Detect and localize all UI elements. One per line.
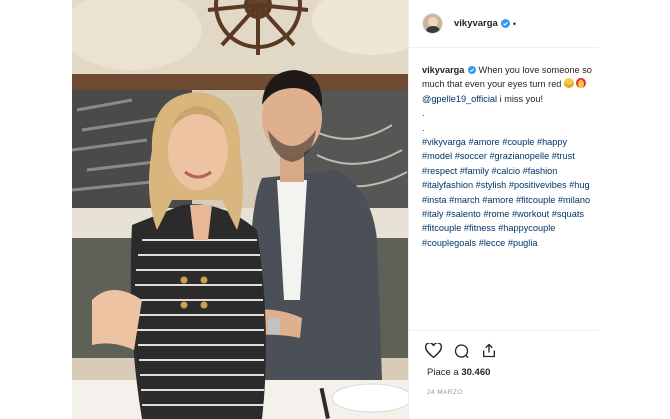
- hashtag-link[interactable]: #milano: [558, 195, 590, 205]
- hashtag-link[interactable]: #stylish: [476, 180, 507, 190]
- hashtag-link[interactable]: #squats: [552, 209, 584, 219]
- hashtag-list: #vikyvarga #amore #couple #happy #model …: [422, 137, 590, 248]
- hashtag-link[interactable]: #fitcouple: [422, 223, 461, 233]
- likes-label: Piace a: [427, 367, 459, 378]
- hashtag-link[interactable]: #respect: [422, 166, 457, 176]
- share-icon[interactable]: [481, 342, 497, 359]
- hashtag-link[interactable]: #soccer: [455, 151, 487, 161]
- post-photo[interactable]: [72, 0, 408, 419]
- likes-count[interactable]: Piace a 30.460: [427, 367, 490, 378]
- hashtag-link[interactable]: #workout: [512, 209, 549, 219]
- caption-text-2: i miss you!: [499, 93, 544, 104]
- hashtag-link[interactable]: #salento: [446, 209, 481, 219]
- instagram-post: vikyvarga • vikyvarga When you love some…: [72, 0, 599, 419]
- header-dot-separator: •: [512, 18, 516, 29]
- couple-photo: [72, 0, 408, 419]
- hashtag-link[interactable]: #trust: [552, 151, 575, 161]
- hashtag-link[interactable]: #fashion: [523, 166, 558, 176]
- comment-icon[interactable]: [453, 343, 470, 359]
- heart-icon[interactable]: [425, 342, 442, 359]
- post-caption: vikyvarga When you love someone so much …: [422, 63, 594, 250]
- avatar[interactable]: [422, 13, 443, 34]
- hashtag-link[interactable]: #italyfashion: [422, 180, 473, 190]
- grimacing-face-icon: [563, 78, 574, 89]
- hashtag-link[interactable]: #happycouple: [498, 223, 555, 233]
- hashtag-link[interactable]: #amore: [482, 195, 513, 205]
- hashtag-link[interactable]: #model: [422, 151, 452, 161]
- hashtag-link[interactable]: #positivevibes: [509, 180, 567, 190]
- hashtag-link[interactable]: #march: [449, 195, 480, 205]
- hashtag-link[interactable]: #italy: [422, 209, 443, 219]
- likes-number: 30.460: [461, 367, 491, 378]
- hashtag-link[interactable]: #family: [460, 166, 489, 176]
- hashtag-link[interactable]: #grazianopelle: [489, 151, 549, 161]
- hashtag-link[interactable]: #amore: [468, 137, 499, 147]
- verified-badge-icon: [500, 19, 510, 28]
- caption-mention[interactable]: @gpelle19_official: [422, 94, 497, 104]
- hashtag-link[interactable]: #couple: [502, 137, 534, 147]
- hashtag-link[interactable]: #puglia: [508, 238, 538, 248]
- post-date[interactable]: 24 MARZO: [427, 389, 463, 396]
- caption-filler-1: .: [422, 108, 425, 119]
- caption-filler-2: .: [422, 122, 425, 133]
- hashtag-link[interactable]: #hug: [569, 180, 589, 190]
- caption-username[interactable]: vikyvarga: [422, 65, 464, 75]
- verified-badge-icon: [467, 66, 476, 74]
- hashtag-link[interactable]: #fitcouple: [516, 195, 555, 205]
- post-side-panel: vikyvarga • vikyvarga When you love some…: [408, 0, 599, 419]
- hashtag-link[interactable]: #lecce: [479, 238, 506, 248]
- heart-eyes-face-icon: [575, 78, 586, 89]
- hashtag-link[interactable]: #rome: [483, 209, 509, 219]
- hashtag-link[interactable]: #vikyvarga: [422, 137, 466, 147]
- post-header: vikyvarga •: [409, 0, 599, 48]
- hashtag-link[interactable]: #fitness: [464, 223, 496, 233]
- hashtag-link[interactable]: #couplegoals: [422, 238, 476, 248]
- hashtag-link[interactable]: #calcio: [491, 166, 520, 176]
- action-bar: [409, 330, 599, 359]
- hashtag-link[interactable]: #happy: [537, 137, 567, 147]
- header-username[interactable]: vikyvarga: [454, 18, 498, 29]
- hashtag-link[interactable]: #insta: [422, 195, 447, 205]
